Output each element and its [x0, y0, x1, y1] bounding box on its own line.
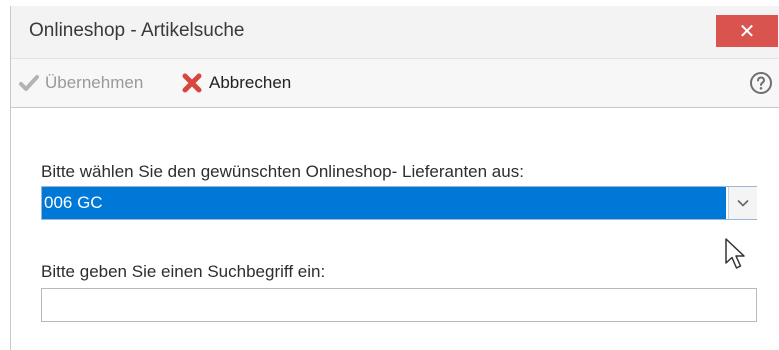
supplier-selected-value: 006 GC — [42, 187, 726, 219]
close-button[interactable]: ✕ — [716, 15, 778, 47]
help-button[interactable] — [749, 71, 773, 95]
chevron-down-icon — [737, 199, 749, 207]
window-title: Onlineshop - Artikelsuche — [29, 20, 245, 41]
accept-button[interactable]: Übernehmen — [19, 59, 143, 107]
supplier-select[interactable]: 006 GC — [41, 186, 757, 220]
checkmark-icon — [19, 75, 39, 91]
x-cross-icon — [182, 73, 202, 93]
accept-button-label: Übernehmen — [45, 73, 144, 92]
close-icon: ✕ — [738, 20, 756, 43]
cancel-button-label: Abbrechen — [209, 73, 292, 92]
help-icon — [750, 72, 772, 94]
title-bar: Onlineshop - Artikelsuche ✕ — [11, 6, 779, 58]
dropdown-toggle[interactable] — [728, 187, 757, 219]
dialog-window: Onlineshop - Artikelsuche ✕ Übernehmen A… — [10, 6, 779, 350]
search-label: Bitte geben Sie einen Suchbegriff ein: — [41, 262, 326, 281]
toolbar: Übernehmen Abbrechen — [11, 58, 779, 108]
supplier-label: Bitte wählen Sie den gewünschten Onlines… — [41, 162, 524, 181]
mouse-cursor-icon — [725, 238, 745, 269]
cancel-button[interactable]: Abbrechen — [181, 59, 291, 107]
search-input[interactable] — [41, 288, 757, 322]
